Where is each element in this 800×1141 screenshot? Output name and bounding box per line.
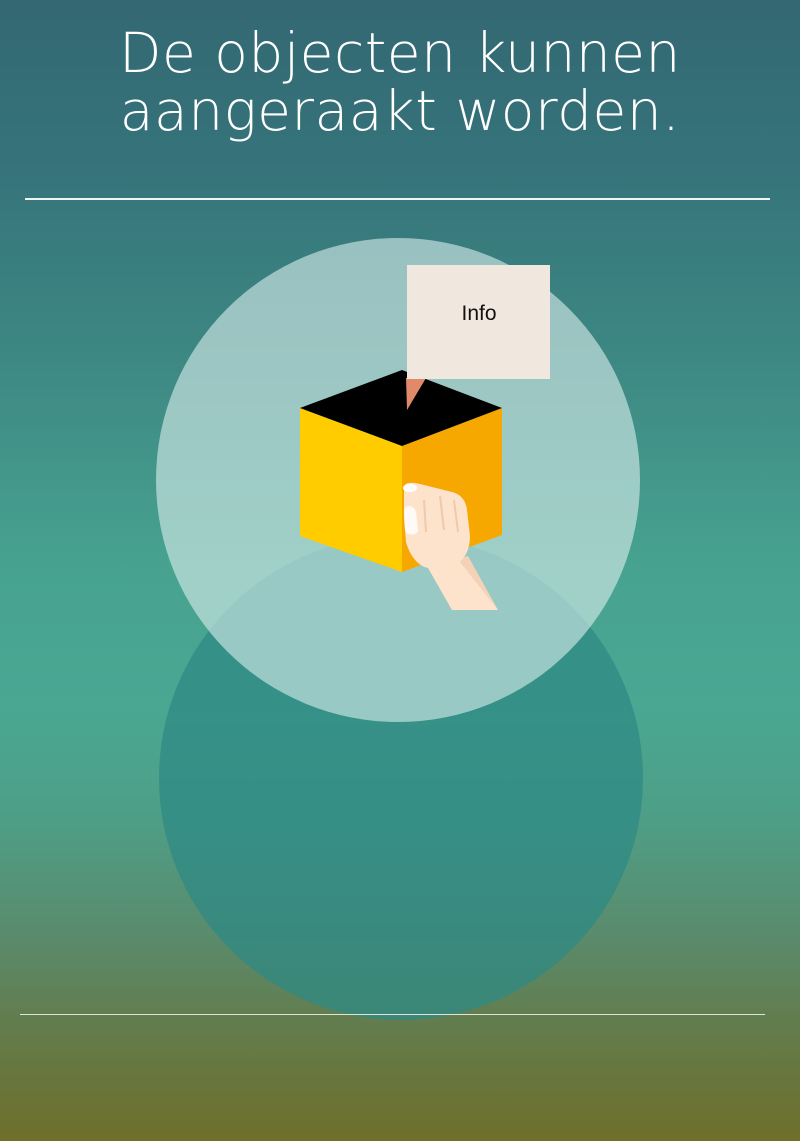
cube-icon[interactable]: [300, 370, 502, 572]
info-label: Info: [461, 302, 496, 325]
illustration: Info: [156, 238, 643, 1020]
bottom-divider: [20, 1014, 765, 1015]
